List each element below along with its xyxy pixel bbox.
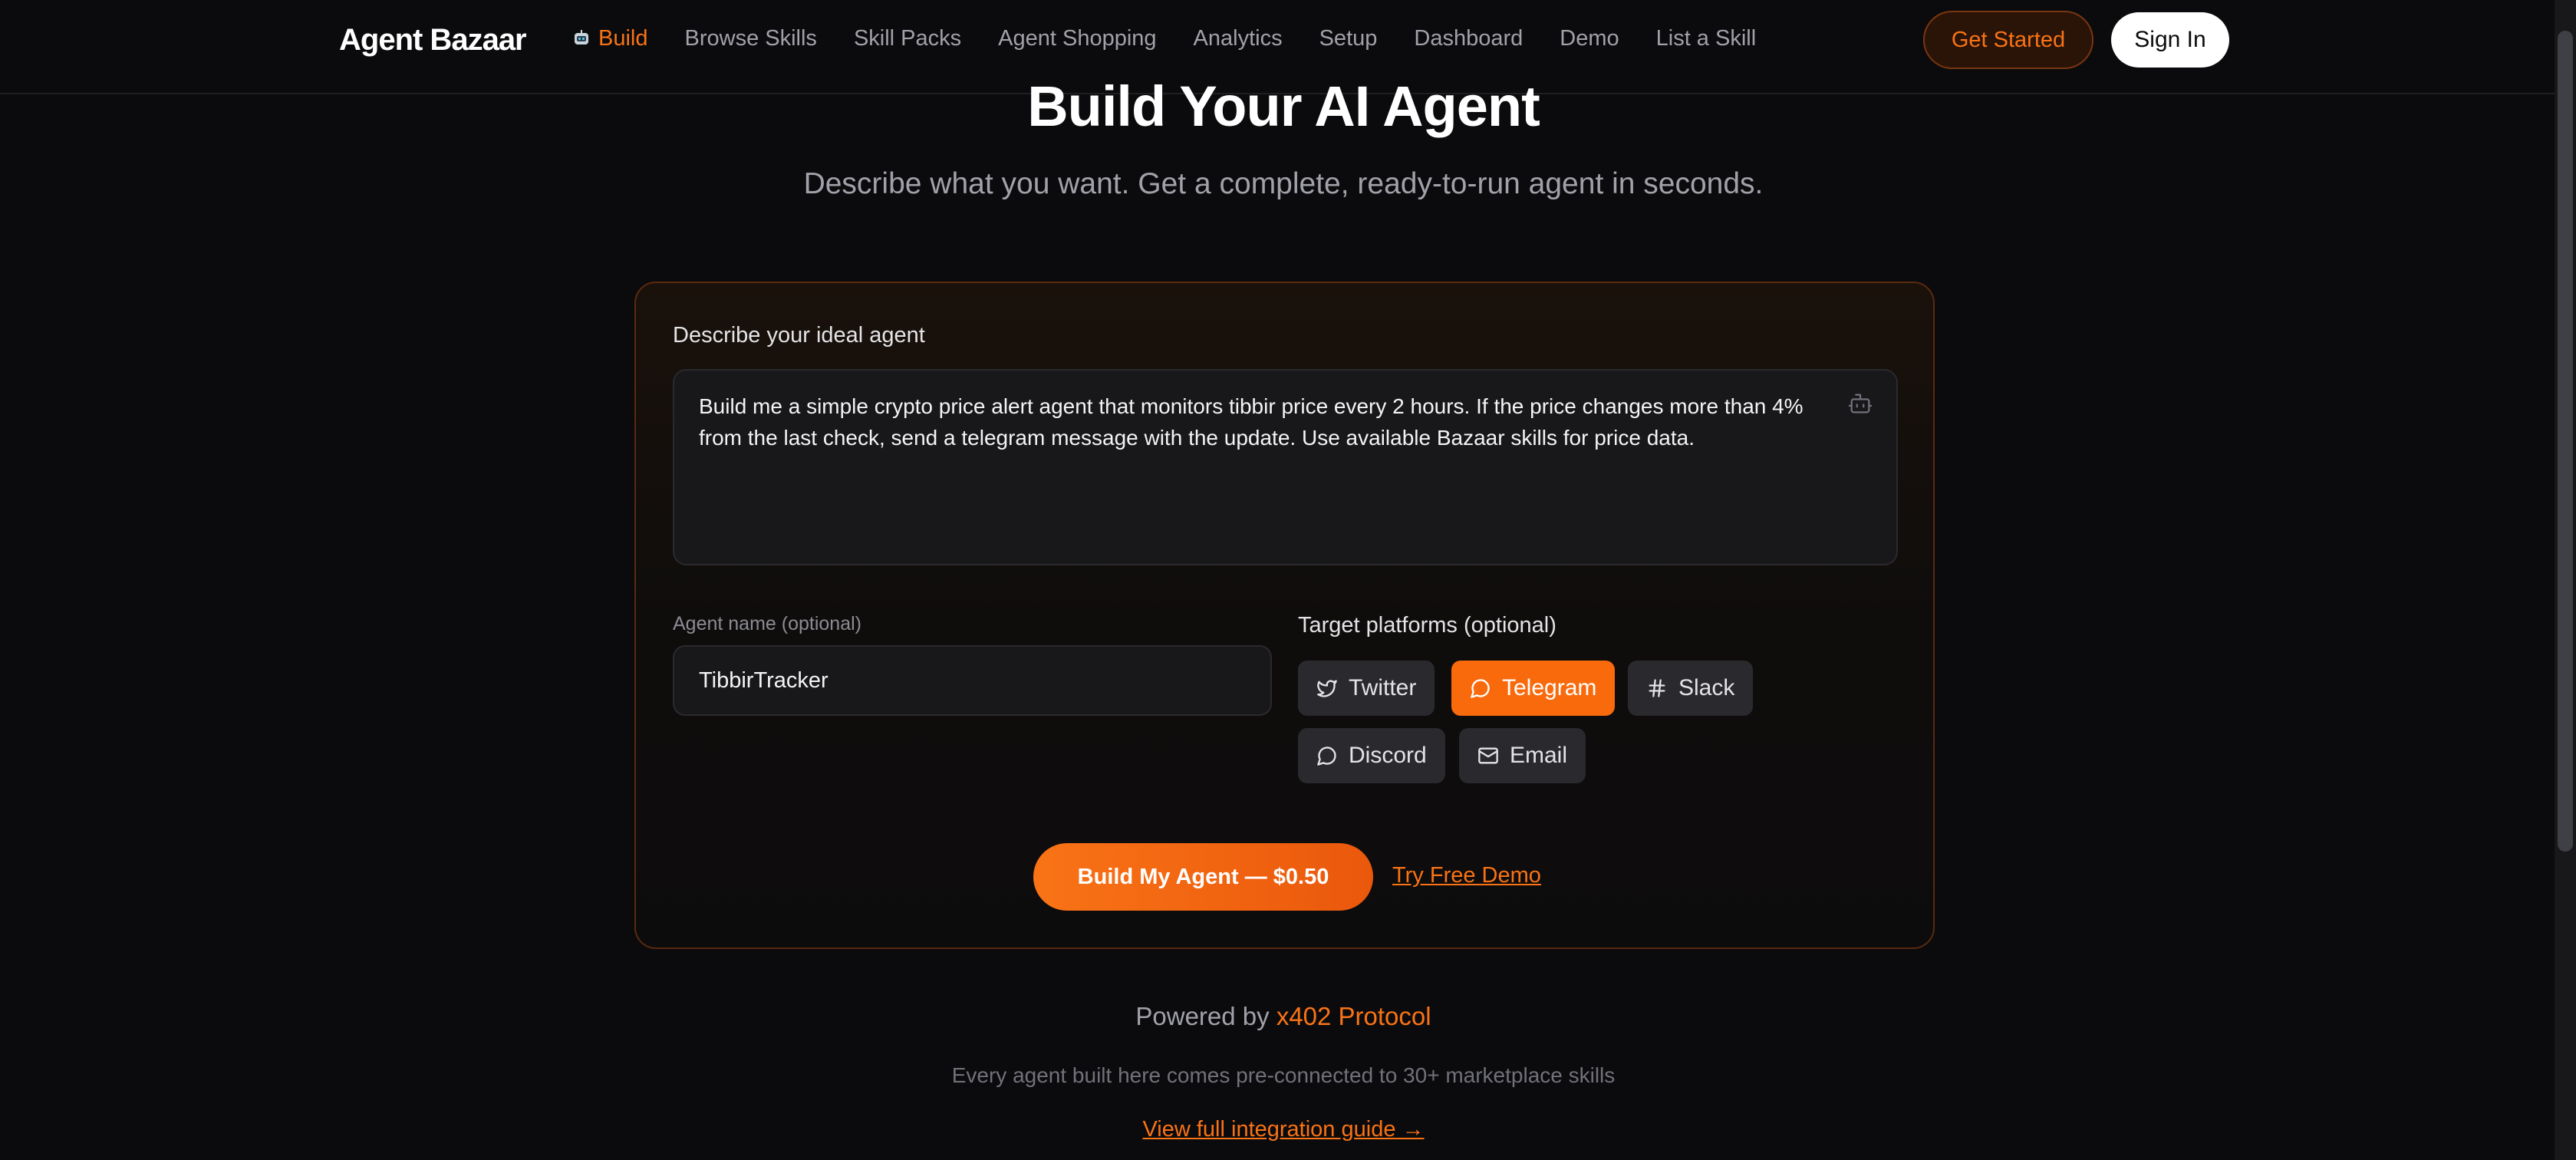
nav-link-skill-packs[interactable]: Skill Packs [854, 26, 961, 51]
nav-link-setup[interactable]: Setup [1319, 26, 1378, 51]
get-started-button[interactable]: Get Started [1923, 11, 2093, 69]
platform-chip-twitter-label: Twitter [1349, 675, 1417, 700]
platform-chip-discord-label: Discord [1349, 743, 1427, 768]
page-title: Build Your AI Agent [1027, 74, 1540, 138]
x402-protocol-link[interactable]: x402 Protocol [1276, 1002, 1431, 1030]
build-agent-button[interactable]: Build My Agent — $0.50 [1033, 843, 1373, 911]
scrollbar[interactable] [2555, 0, 2576, 1160]
marketplace-note: Every agent built here comes pre-connect… [951, 1063, 1616, 1087]
bot-icon[interactable] [1847, 391, 1873, 417]
nav-link-agent-shopping[interactable]: Agent Shopping [998, 26, 1156, 51]
twitter-icon [1317, 680, 1337, 697]
mail-icon [1478, 747, 1498, 764]
page-subtitle: Describe what you want. Get a complete, … [803, 167, 1764, 200]
message-circle-icon [1471, 679, 1490, 698]
platforms-label: Target platforms (optional) [1298, 613, 1556, 638]
agent-builder-card: Describe your ideal agent Build me a sim… [634, 282, 1935, 949]
powered-by: Powered by x402 Protocol [0, 1002, 2567, 1031]
nav-link-list-a-skill[interactable]: List a Skill [1656, 26, 1757, 51]
message-circle-icon [1317, 746, 1336, 766]
platform-chip-telegram-label: Telegram [1502, 675, 1597, 700]
platform-chip-telegram[interactable]: Telegram [1451, 661, 1616, 716]
nav-link-demo[interactable]: Demo [1560, 26, 1619, 51]
nav-link-analytics[interactable]: Analytics [1194, 26, 1283, 51]
platform-chip-discord[interactable]: Discord [1298, 728, 1445, 783]
robot-icon [575, 29, 588, 44]
nav-link-browse-skills[interactable]: Browse Skills [685, 26, 817, 51]
sign-in-button[interactable]: Sign In [2111, 12, 2229, 68]
nav-link-build[interactable]: Build [572, 26, 648, 51]
agent-name-label: Agent name (optional) [673, 613, 861, 634]
platform-chip-email[interactable]: Email [1459, 728, 1586, 783]
integration-guide-row: View full integration guide → [0, 1117, 2567, 1142]
scrollbar-thumb[interactable] [2558, 31, 2573, 852]
powered-by-prefix: Powered by [1135, 1002, 1270, 1030]
describe-label: Describe your ideal agent [673, 323, 925, 348]
agent-name-input[interactable]: TibbirTracker [673, 645, 1272, 716]
platform-chip-slack[interactable]: Slack [1628, 661, 1754, 716]
agent-description-textarea[interactable]: Build me a simple crypto price alert age… [673, 369, 1898, 565]
nav-link-build-label: Build [598, 26, 648, 51]
logo[interactable]: Agent Bazaar [339, 23, 527, 58]
platform-chip-slack-label: Slack [1678, 675, 1735, 700]
nav-links: Build Browse Skills Skill Packs Agent Sh… [572, 26, 1756, 51]
page: Agent Bazaar Build Browse Skills Skill P… [0, 0, 2576, 1160]
nav-link-dashboard[interactable]: Dashboard [1414, 26, 1523, 51]
agent-description-text: Build me a simple crypto price alert age… [699, 394, 1804, 450]
integration-guide-link[interactable]: View full integration guide → [1142, 1117, 1424, 1142]
hash-icon [1649, 679, 1665, 697]
try-free-demo-link[interactable]: Try Free Demo [1392, 863, 1541, 888]
platform-chip-twitter[interactable]: Twitter [1298, 661, 1435, 716]
platform-chip-email-label: Email [1510, 743, 1568, 768]
